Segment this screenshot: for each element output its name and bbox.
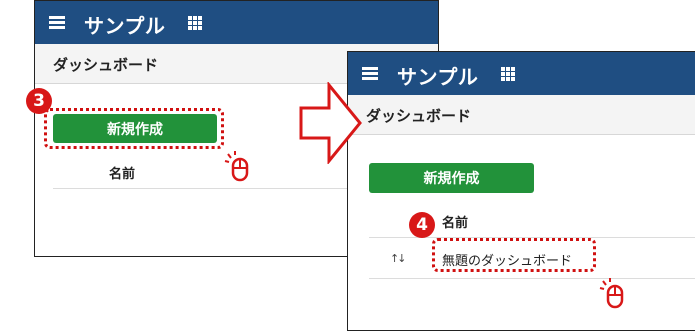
app-header: サンプル (35, 1, 438, 44)
app-grid-icon[interactable] (188, 16, 202, 30)
sort-icon[interactable]: ↑↓ (390, 252, 407, 265)
mouse-click-icon (224, 151, 249, 182)
page-title: ダッシュボード (53, 56, 159, 74)
step-badge-3: 3 (26, 88, 52, 114)
step-badge-4: 4 (409, 212, 435, 238)
screenshot-step-4: サンプル ダッシュボード 新規作成 名前 ↑↓ 無題のダッシュボード (347, 51, 695, 331)
mouse-click-icon (599, 278, 624, 309)
highlight-create-button (44, 108, 224, 149)
highlight-dashboard-row (432, 238, 596, 272)
hamburger-menu-icon[interactable] (362, 67, 378, 81)
column-header-name: 名前 (109, 167, 136, 182)
page-header: ダッシュボード (348, 95, 695, 135)
app-grid-icon[interactable] (501, 67, 515, 81)
table-divider (369, 278, 695, 279)
app-title: サンプル (84, 14, 166, 38)
right-arrow-icon (299, 82, 362, 164)
hamburger-menu-icon[interactable] (49, 16, 65, 30)
app-header: サンプル (348, 52, 695, 95)
app-title: サンプル (397, 65, 479, 89)
column-header-name: 名前 (442, 216, 469, 231)
create-new-button[interactable]: 新規作成 (369, 163, 534, 193)
page-title: ダッシュボード (366, 107, 472, 125)
